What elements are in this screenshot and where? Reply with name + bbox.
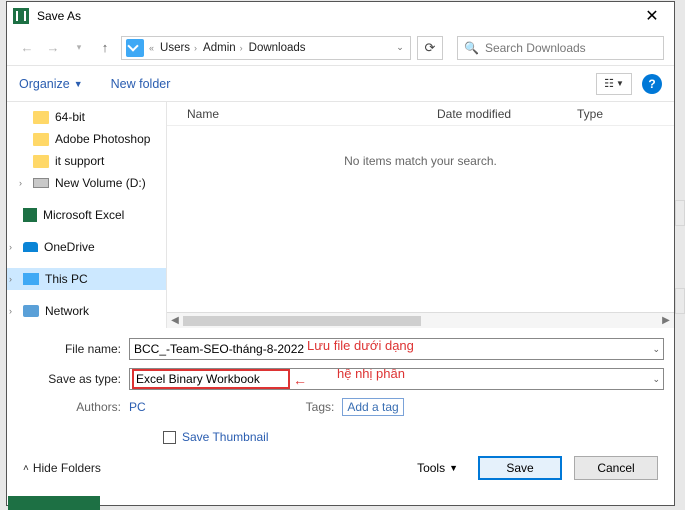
crumb-users[interactable]: Users [160, 42, 190, 54]
help-button[interactable]: ? [642, 74, 662, 94]
tags-label: Tags: [306, 400, 343, 414]
folder-icon [33, 133, 49, 146]
col-type[interactable]: Type [577, 107, 674, 121]
address-bar[interactable]: « Users› Admin› Downloads ⌄ [121, 36, 411, 60]
up-button[interactable]: ↑ [95, 38, 115, 58]
authors-label: Authors: [17, 400, 129, 414]
refresh-button[interactable]: ⟳ [417, 36, 443, 60]
scroll-left-icon[interactable]: ◀ [167, 315, 183, 326]
new-folder-button[interactable]: New folder [111, 77, 171, 91]
close-button[interactable]: ✕ [630, 2, 674, 30]
background-fragment [8, 496, 100, 510]
chevron-down-icon[interactable]: ⌄ [652, 374, 660, 385]
tree-item-network[interactable]: ›Network [7, 300, 166, 322]
save-thumbnail-checkbox[interactable] [163, 431, 176, 444]
title-bar: Save As ✕ [7, 2, 674, 30]
search-icon: 🔍 [464, 41, 479, 55]
form-area: Lưu file dưới dạng hệ nhị phân ← File na… [7, 328, 674, 444]
save-thumbnail-label[interactable]: Save Thumbnail [182, 430, 269, 444]
toolbar: Organize▼ New folder ☷▼ ? [7, 66, 674, 102]
save-button[interactable]: Save [478, 456, 562, 480]
scroll-thumb[interactable] [183, 316, 421, 326]
footer: ˄Hide Folders Tools▼ Save Cancel [7, 444, 674, 492]
tree-item-thispc[interactable]: ›This PC [7, 268, 166, 290]
scroll-right-icon[interactable]: ▶ [658, 315, 674, 326]
recent-dropdown[interactable]: ▾ [69, 38, 89, 58]
tree-item-photoshop[interactable]: Adobe Photoshop [7, 128, 166, 150]
tree-item-64bit[interactable]: 64-bit [7, 106, 166, 128]
tools-menu[interactable]: Tools▼ [417, 461, 458, 475]
crumb-downloads[interactable]: Downloads [249, 42, 306, 54]
drive-icon [126, 39, 144, 57]
nav-tree: 64-bit Adobe Photoshop it support ›New V… [7, 102, 167, 328]
network-icon [23, 305, 39, 317]
save-type-select[interactable]: Excel Binary Workbook ⌄ [129, 368, 664, 390]
horizontal-scrollbar[interactable]: ◀ ▶ [167, 312, 674, 328]
file-name-label: File name: [17, 342, 129, 356]
list-header: Name Date modified Type [167, 102, 674, 126]
folder-icon [33, 155, 49, 168]
tags-input[interactable]: Add a tag [342, 398, 403, 416]
col-name[interactable]: Name [187, 107, 437, 121]
forward-button[interactable]: → [43, 38, 63, 58]
hide-folders-button[interactable]: ˄Hide Folders [23, 461, 101, 475]
address-dropdown[interactable]: ⌄ [392, 42, 408, 53]
nav-row: ← → ▾ ↑ « Users› Admin› Downloads ⌄ ⟳ 🔍 … [7, 30, 674, 66]
back-button[interactable]: ← [17, 38, 37, 58]
col-date[interactable]: Date modified [437, 107, 577, 121]
background-fragment [675, 200, 685, 226]
save-as-dialog: Save As ✕ ← → ▾ ↑ « Users› Admin› Downlo… [6, 1, 675, 506]
crumb-admin[interactable]: Admin [203, 42, 236, 54]
file-list: Name Date modified Type No items match y… [167, 102, 674, 328]
onedrive-icon [23, 242, 38, 252]
excel-icon [23, 208, 37, 222]
excel-icon [13, 8, 29, 24]
file-name-input[interactable]: BCC_-Team-SEO-tháng-8-2022 ⌄ [129, 338, 664, 360]
search-input[interactable]: 🔍 Search Downloads [457, 36, 664, 60]
pc-icon [23, 273, 39, 285]
save-type-label: Save as type: [17, 372, 129, 386]
chevron-down-icon[interactable]: ⌄ [652, 344, 660, 355]
tree-item-newvolume[interactable]: ›New Volume (D:) [7, 172, 166, 194]
dialog-title: Save As [37, 9, 81, 23]
organize-menu[interactable]: Organize▼ [19, 77, 83, 91]
folder-icon [33, 111, 49, 124]
drive-icon [33, 178, 49, 188]
tree-item-excel[interactable]: Microsoft Excel [7, 204, 166, 226]
background-fragment [675, 288, 685, 314]
tree-item-itsupport[interactable]: it support [7, 150, 166, 172]
view-options-button[interactable]: ☷▼ [596, 73, 632, 95]
tree-item-onedrive[interactable]: ›OneDrive [7, 236, 166, 258]
cancel-button[interactable]: Cancel [574, 456, 658, 480]
authors-value[interactable]: PC [129, 400, 146, 414]
empty-message: No items match your search. [167, 154, 674, 168]
